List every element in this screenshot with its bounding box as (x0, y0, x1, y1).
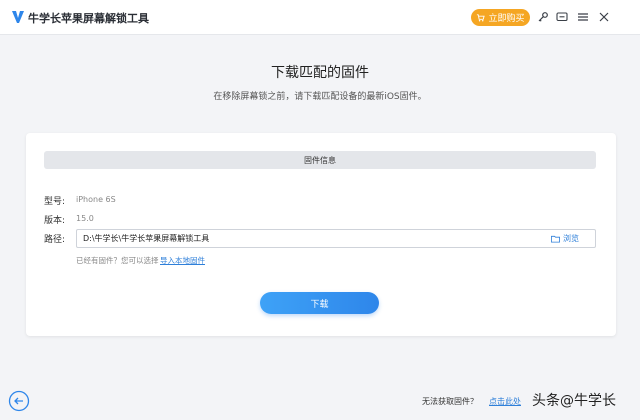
app-title: 牛学长苹果屏幕解锁工具 (28, 12, 149, 25)
firmware-card: 固件信息 型号: iPhone 6S 版本: 15.0 路径: D:\牛学长\牛… (26, 133, 616, 336)
cart-icon (477, 14, 486, 22)
download-label: 下载 (310, 299, 329, 310)
footer-question: 无法获取固件？ (422, 397, 478, 406)
folder-icon (551, 235, 560, 243)
title-bar: 牛学长苹果屏幕解锁工具 立即购买 (0, 0, 640, 35)
feedback-icon[interactable] (556, 11, 568, 23)
buy-now-button[interactable]: 立即购买 (471, 9, 530, 26)
logo-icon (12, 11, 24, 23)
back-arrow-icon[interactable] (8, 390, 30, 412)
browse-button[interactable]: 浏览 (551, 233, 579, 244)
path-input[interactable]: D:\牛学长\牛学长苹果屏幕解锁工具 浏览 (76, 229, 596, 248)
download-button[interactable]: 下载 (260, 292, 379, 314)
browse-label: 浏览 (563, 234, 579, 243)
import-local-firmware-link[interactable]: 导入本地固件 (160, 255, 205, 266)
page-title: 下载匹配的固件 (271, 65, 369, 81)
path-label: 路径: (44, 235, 66, 245)
watermark-text: 头条@牛学长 (532, 393, 616, 409)
path-value: D:\牛学长\牛学长苹果屏幕解锁工具 (83, 234, 210, 243)
buy-now-label: 立即购买 (488, 14, 525, 24)
version-value: 15.0 (76, 214, 94, 223)
section-header: 固件信息 (44, 151, 596, 169)
app-window: 牛学长苹果屏幕解锁工具 立即购买 下载匹配的固件 在移除屏幕锁之前，请下载匹配设… (0, 0, 640, 420)
page-subtitle: 在移除屏幕锁之前，请下载匹配设备的最新iOS固件。 (213, 92, 427, 102)
footer-click-here-link[interactable]: 点击此处 (489, 396, 521, 407)
menu-icon[interactable] (577, 11, 589, 23)
model-label: 型号: (44, 197, 66, 207)
section-title: 固件信息 (304, 155, 336, 165)
key-icon[interactable] (537, 11, 549, 23)
import-hint: 已经有固件？您可以选择 (76, 256, 159, 265)
version-label: 版本: (44, 216, 66, 226)
close-icon[interactable] (598, 11, 610, 23)
model-value: iPhone 6S (76, 195, 116, 204)
